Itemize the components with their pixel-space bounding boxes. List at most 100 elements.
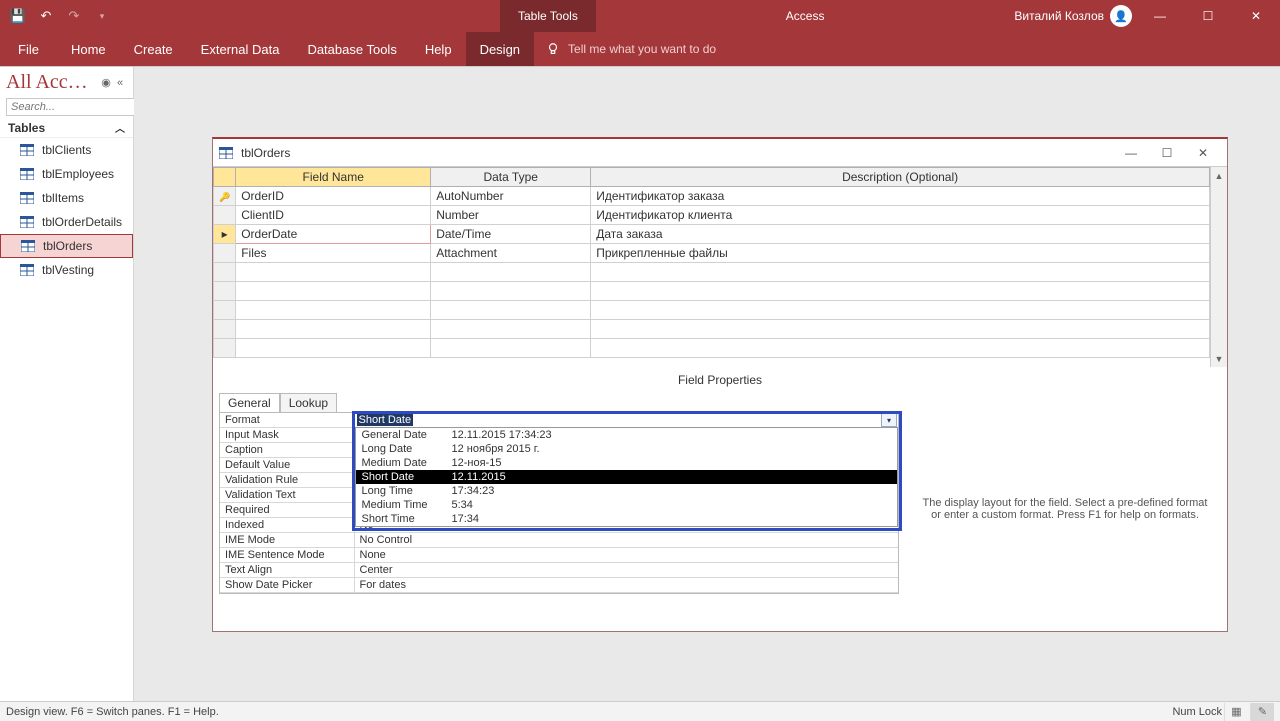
- prop-value[interactable]: None: [354, 548, 898, 563]
- cell-description[interactable]: Прикрепленные файлы: [591, 244, 1210, 263]
- design-window-titlebar[interactable]: tblOrders — ☐ ✕: [213, 139, 1227, 167]
- row-selector[interactable]: [214, 339, 236, 358]
- cell-field-name[interactable]: [236, 282, 431, 301]
- design-restore-button[interactable]: ☐: [1149, 141, 1185, 165]
- scroll-down-icon[interactable]: ▼: [1211, 350, 1227, 367]
- account-button[interactable]: Виталий Козлов 👤: [1014, 5, 1132, 27]
- collapse-group-icon[interactable]: ︿: [115, 120, 125, 135]
- dropdown-option[interactable]: Short Time17:34: [356, 512, 898, 526]
- cell-description[interactable]: Идентификатор заказа: [591, 187, 1210, 206]
- dropdown-option[interactable]: Long Date12 ноября 2015 г.: [356, 442, 898, 456]
- tab-database-tools[interactable]: Database Tools: [293, 32, 410, 66]
- qat-customize-icon[interactable]: ▾: [90, 4, 114, 28]
- cell-data-type[interactable]: [431, 263, 591, 282]
- cell-data-type[interactable]: Date/Time: [431, 225, 591, 244]
- tab-home[interactable]: Home: [57, 32, 120, 66]
- nav-item-tblemployees[interactable]: tblEmployees: [0, 162, 133, 186]
- row-selector[interactable]: [214, 225, 236, 244]
- grid-scrollbar[interactable]: ▲ ▼: [1210, 167, 1227, 367]
- prop-value[interactable]: No Control: [354, 533, 898, 548]
- prop-value[interactable]: Center: [354, 563, 898, 578]
- scroll-up-icon[interactable]: ▲: [1211, 167, 1227, 184]
- design-minimize-button[interactable]: —: [1113, 141, 1149, 165]
- row-selector[interactable]: [214, 244, 236, 263]
- prop-name[interactable]: Validation Text: [220, 488, 354, 503]
- minimize-button[interactable]: —: [1140, 0, 1180, 32]
- cell-description[interactable]: Дата заказа: [591, 225, 1210, 244]
- nav-item-tblclients[interactable]: tblClients: [0, 138, 133, 162]
- prop-name[interactable]: Input Mask: [220, 428, 354, 443]
- tab-design[interactable]: Design: [466, 32, 534, 66]
- redo-icon[interactable]: ↷: [62, 4, 86, 28]
- row-selector[interactable]: [214, 320, 236, 339]
- cell-description[interactable]: [591, 339, 1210, 358]
- row-selector[interactable]: [214, 187, 236, 206]
- prop-name[interactable]: Required: [220, 503, 354, 518]
- prop-tab-lookup[interactable]: Lookup: [280, 393, 337, 412]
- cell-data-type[interactable]: [431, 320, 591, 339]
- cell-field-name[interactable]: OrderID: [236, 187, 431, 206]
- cell-data-type[interactable]: [431, 282, 591, 301]
- tab-create[interactable]: Create: [120, 32, 187, 66]
- cell-field-name[interactable]: [236, 320, 431, 339]
- prop-name[interactable]: Text Align: [220, 563, 354, 578]
- cell-description[interactable]: [591, 282, 1210, 301]
- dropdown-option[interactable]: Short Date12.11.2015: [356, 470, 898, 484]
- tell-me-search[interactable]: Tell me what you want to do: [534, 42, 728, 56]
- nav-group-tables[interactable]: Tables ︿: [0, 118, 133, 138]
- field-grid[interactable]: Field Name Data Type Description (Option…: [213, 167, 1227, 367]
- prop-name[interactable]: Default Value: [220, 458, 354, 473]
- cell-field-name[interactable]: [236, 263, 431, 282]
- cell-field-name[interactable]: [236, 339, 431, 358]
- cell-field-name[interactable]: Files: [236, 244, 431, 263]
- nav-item-tblvesting[interactable]: tblVesting: [0, 258, 133, 282]
- undo-icon[interactable]: ↶: [34, 4, 58, 28]
- prop-name[interactable]: Format: [220, 413, 354, 428]
- prop-name[interactable]: Indexed: [220, 518, 354, 533]
- row-selector-header[interactable]: [214, 168, 236, 187]
- prop-name[interactable]: Validation Rule: [220, 473, 354, 488]
- prop-name[interactable]: Show Date Picker: [220, 578, 354, 593]
- row-selector[interactable]: [214, 301, 236, 320]
- restore-button[interactable]: ☐: [1188, 0, 1228, 32]
- dropdown-option[interactable]: Long Time17:34:23: [356, 484, 898, 498]
- cell-data-type[interactable]: AutoNumber: [431, 187, 591, 206]
- cell-description[interactable]: [591, 301, 1210, 320]
- row-selector[interactable]: [214, 282, 236, 301]
- design-close-button[interactable]: ✕: [1185, 141, 1221, 165]
- cell-data-type[interactable]: [431, 301, 591, 320]
- prop-value[interactable]: For dates: [354, 578, 898, 593]
- row-selector[interactable]: [214, 263, 236, 282]
- cell-data-type[interactable]: [431, 339, 591, 358]
- property-grid[interactable]: FormatShort Date▾General Date12.11.2015 …: [219, 412, 899, 594]
- row-selector[interactable]: [214, 206, 236, 225]
- dropdown-option[interactable]: Medium Date12-ноя-15: [356, 456, 898, 470]
- nav-item-tblorderdetails[interactable]: tblOrderDetails: [0, 210, 133, 234]
- cell-data-type[interactable]: Attachment: [431, 244, 591, 263]
- prop-tab-general[interactable]: General: [219, 393, 280, 412]
- nav-filter-icon[interactable]: ◉: [99, 76, 113, 90]
- cell-description[interactable]: [591, 320, 1210, 339]
- cell-field-name[interactable]: OrderDate: [236, 225, 431, 244]
- nav-collapse-icon[interactable]: «: [113, 76, 127, 90]
- view-design-icon[interactable]: ✎: [1250, 703, 1274, 721]
- nav-pane-title[interactable]: All Acc…: [6, 71, 99, 94]
- dropdown-option[interactable]: Medium Time5:34: [356, 498, 898, 512]
- prop-name[interactable]: Caption: [220, 443, 354, 458]
- cell-field-name[interactable]: [236, 301, 431, 320]
- cell-field-name[interactable]: ClientID: [236, 206, 431, 225]
- save-icon[interactable]: 💾: [6, 4, 30, 28]
- tab-help[interactable]: Help: [411, 32, 466, 66]
- cell-description[interactable]: Идентификатор клиента: [591, 206, 1210, 225]
- close-button[interactable]: ✕: [1236, 0, 1276, 32]
- col-description[interactable]: Description (Optional): [591, 168, 1210, 187]
- col-field-name[interactable]: Field Name: [236, 168, 431, 187]
- dropdown-toggle-icon[interactable]: ▾: [881, 413, 897, 427]
- tab-external-data[interactable]: External Data: [187, 32, 294, 66]
- format-dropdown[interactable]: General Date12.11.2015 17:34:23Long Date…: [355, 427, 899, 527]
- nav-item-tblorders[interactable]: tblOrders: [0, 234, 133, 258]
- nav-item-tblitems[interactable]: tblItems: [0, 186, 133, 210]
- tab-file[interactable]: File: [0, 32, 57, 66]
- view-datasheet-icon[interactable]: ▦: [1224, 703, 1248, 721]
- cell-data-type[interactable]: Number: [431, 206, 591, 225]
